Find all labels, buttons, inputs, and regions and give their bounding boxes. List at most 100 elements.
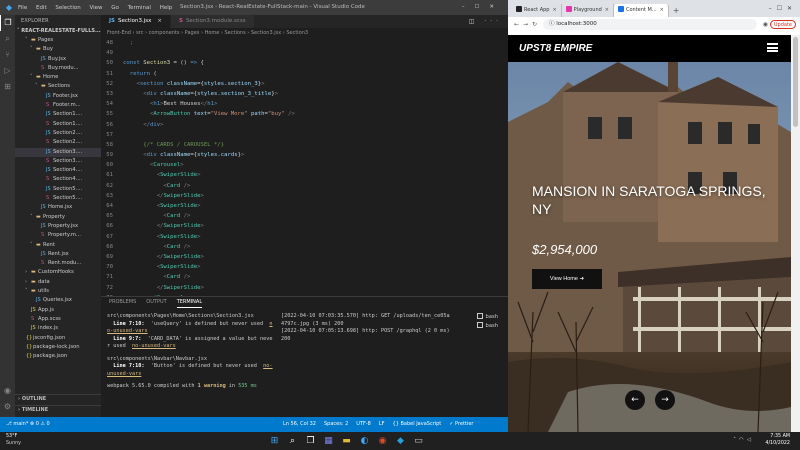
status-item[interactable]: {} Babel JavaScript [393, 421, 442, 427]
tree-file[interactable]: JS Section2.... [15, 129, 101, 138]
tree-file[interactable]: {}package.json [15, 352, 101, 361]
volume-icon[interactable]: ◁ [747, 437, 754, 443]
clock[interactable]: 7:35 AM 4/10/2022 [765, 434, 790, 447]
scrollbar-thumb[interactable] [793, 37, 798, 127]
tree-folder[interactable]: ˅ ▬ Pages [15, 36, 101, 45]
close-tab-icon[interactable]: × [605, 7, 609, 13]
tree-file[interactable]: S Section5.... [15, 194, 101, 203]
tab-problems[interactable]: PROBLEMS [109, 297, 136, 308]
menu-view[interactable]: View [89, 5, 102, 11]
extensions-icon[interactable]: ⊞ [0, 79, 15, 95]
tab-output[interactable]: OUTPUT [146, 297, 166, 308]
tree-file[interactable]: S Section2.... [15, 138, 101, 147]
carousel-next-button[interactable]: → [655, 390, 675, 410]
forward-icon[interactable]: → [521, 21, 530, 28]
tree-file[interactable]: JS Home.jsx [15, 203, 101, 212]
tree-file[interactable]: JS index.js [15, 324, 101, 333]
chrome-icon[interactable]: ◉ [376, 435, 389, 448]
timeline-section[interactable]: › TIMELINE [15, 405, 101, 414]
terminal-backend[interactable]: [2022-04-10 07:03:35.570] http: GET /upl… [281, 313, 451, 343]
code-editor[interactable]: 48 ; 49 50 const Section3 = () => {51 retur… [101, 38, 508, 296]
project-root[interactable]: ˅ REACT-REALESTATE-FULLS... [15, 27, 101, 36]
tree-folder[interactable]: › ▬ CustomHooks [15, 268, 101, 277]
breadcrumb[interactable]: Front-End › src › components › Pages › H… [101, 28, 508, 38]
file-explorer-icon[interactable]: ▬ [340, 435, 353, 448]
tree-file[interactable]: JS Section5.... [15, 185, 101, 194]
maximize-icon[interactable]: ☐ [474, 4, 489, 10]
tree-folder[interactable]: ˅ ▬ Buy [15, 45, 101, 54]
status-item[interactable]: Ln 56, Col 32 [283, 421, 316, 427]
tab-section3-scss[interactable]: S Section3.module.scss [170, 15, 255, 28]
tree-file[interactable]: JS Property.jsx [15, 222, 101, 231]
back-icon[interactable]: ← [512, 21, 521, 28]
status-item[interactable]: Spaces: 2 [324, 421, 348, 427]
tree-file[interactable]: S App.scss [15, 315, 101, 324]
tree-file[interactable]: S Section3.... [15, 157, 101, 166]
status-item[interactable]: UTF-8 [356, 421, 371, 427]
widgets-icon[interactable]: ▦ [322, 435, 335, 448]
tree-file[interactable]: S Footer.m... [15, 101, 101, 110]
browser-tab-playground[interactable]: Playground × [562, 4, 614, 17]
profile-icon[interactable]: ◉ [761, 21, 770, 28]
tree-file[interactable]: S Property.m... [15, 231, 101, 240]
outline-section[interactable]: › OUTLINE [15, 394, 101, 403]
source-control-icon[interactable]: ⑂ [0, 47, 15, 63]
tree-folder[interactable]: ˅ ▬ utils [15, 287, 101, 296]
menu-help[interactable]: Help [160, 5, 173, 11]
tree-file[interactable]: JS App.js [15, 306, 101, 315]
explorer-icon[interactable]: ❐ [0, 15, 15, 31]
tree-folder[interactable]: ˅ ▬ Home [15, 73, 101, 82]
menu-edit[interactable]: Edit [36, 5, 47, 11]
system-tray[interactable]: ˄◠◁ [733, 437, 754, 443]
vscode-taskbar-icon[interactable]: ◆ [394, 435, 407, 448]
task-view-icon[interactable]: ❐ [304, 435, 317, 448]
tree-file[interactable]: {}jsconfig.json [15, 334, 101, 343]
url-input[interactable]: ⓘ localhost:3000 [543, 19, 757, 30]
tree-folder[interactable]: › ▬ data [15, 278, 101, 287]
tab-section3-jsx[interactable]: JS Section3.jsx × [101, 15, 171, 28]
terminal-taskbar-icon[interactable]: ▭ [412, 435, 425, 448]
tree-folder[interactable]: ˅ ▬ Rent [15, 241, 101, 250]
status-item[interactable]: LF [379, 421, 385, 427]
new-tab-button[interactable]: + [669, 4, 684, 17]
tree-file[interactable]: JS Buy.jsx [15, 55, 101, 64]
menu-terminal[interactable]: Terminal [128, 5, 151, 11]
window-controls[interactable]: –☐✕ [462, 0, 504, 15]
tree-file[interactable]: JS Queries.jsx [15, 296, 101, 305]
terminal-frontend[interactable]: src\components\Pages\Home\Sections\Secti… [107, 313, 273, 391]
status-branch[interactable]: ⎇ main* ⊗ 0 ⚠ 0 [6, 417, 50, 432]
search-icon[interactable]: ⌕ [0, 31, 15, 47]
tree-folder[interactable]: ˅ ▬ Sections [15, 82, 101, 91]
reload-icon[interactable]: ↻ [530, 21, 539, 28]
tree-file[interactable]: JS Footer.jsx [15, 92, 101, 101]
close-tab-icon[interactable]: × [552, 7, 556, 13]
browser-tab-react-app[interactable]: React App × [512, 4, 562, 17]
edge-icon[interactable]: ◐ [358, 435, 371, 448]
terminal-list-item[interactable]: bash [476, 322, 498, 331]
menu-file[interactable]: File [18, 5, 27, 11]
browser-tab-content[interactable]: Content M... × [614, 4, 669, 17]
browser-window-controls[interactable]: –☐✕ [769, 0, 800, 17]
manage-gear-icon[interactable]: ⚙ [0, 399, 15, 415]
terminal-list-item[interactable]: bash [476, 313, 498, 322]
tree-file[interactable]: JS Rent.jsx [15, 250, 101, 259]
menu-go[interactable]: Go [111, 5, 119, 11]
wifi-icon[interactable]: ◠ [739, 437, 747, 443]
editor-actions[interactable]: ◫ ··· [469, 15, 508, 28]
search-icon[interactable]: ⌕ [286, 435, 299, 448]
start-windows-icon[interactable]: ⊞ [268, 435, 281, 448]
status-item[interactable]: ✓ Prettier [449, 421, 473, 427]
close-icon[interactable]: ✕ [489, 4, 504, 10]
tree-file[interactable]: {}package-lock.json [15, 343, 101, 352]
menu-selection[interactable]: Selection [55, 5, 80, 11]
update-button[interactable]: Update [769, 20, 796, 29]
weather-widget[interactable]: 53°F Sunny [6, 434, 21, 447]
account-icon[interactable]: ◉ [0, 383, 15, 399]
hamburger-menu-icon[interactable] [767, 43, 778, 52]
minimize-icon[interactable]: – [462, 4, 475, 10]
tab-terminal[interactable]: TERMINAL [176, 297, 203, 308]
tree-folder[interactable]: ˅ ▬ Property [15, 213, 101, 222]
tree-file[interactable]: JS Section1.... [15, 110, 101, 119]
carousel-prev-button[interactable]: ← [625, 390, 645, 410]
run-debug-icon[interactable]: ▷ [0, 63, 15, 79]
